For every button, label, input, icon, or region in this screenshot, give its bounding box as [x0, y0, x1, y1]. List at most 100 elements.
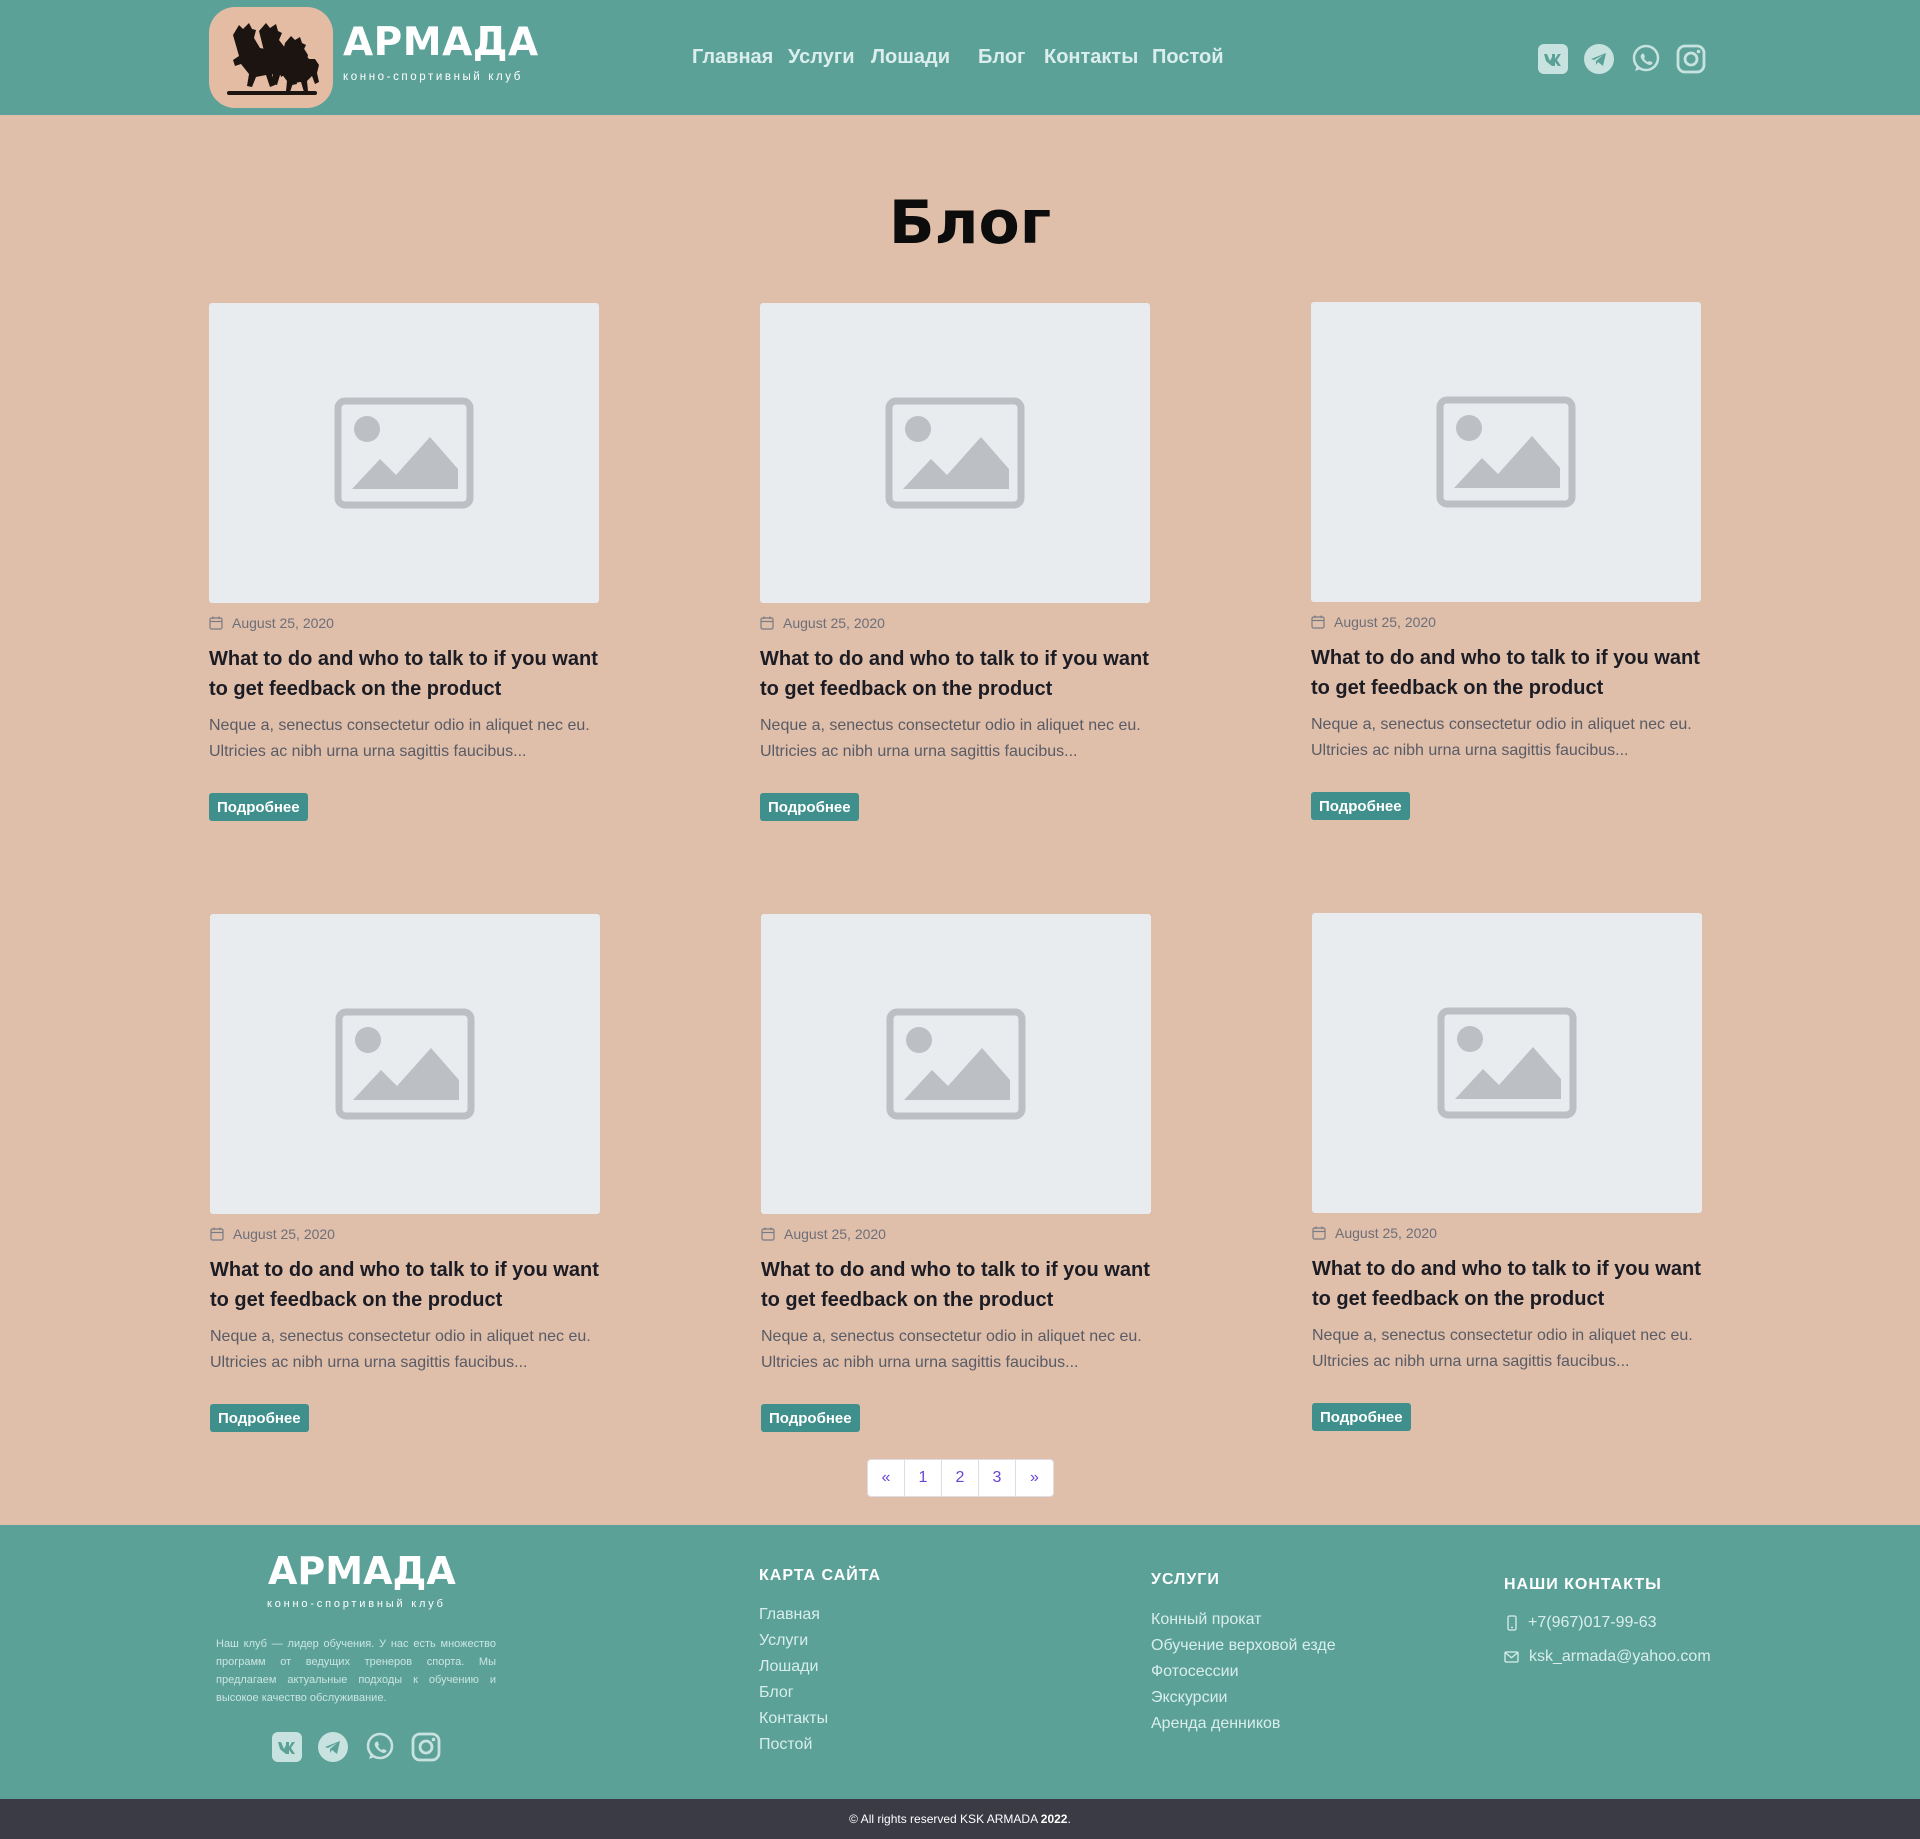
post-title[interactable]: What to do and who to talk to if you wan…	[210, 1255, 600, 1315]
post-date: August 25, 2020	[210, 1225, 600, 1243]
post-title[interactable]: What to do and who to talk to if you wan…	[1311, 643, 1701, 703]
calendar-icon	[1311, 615, 1325, 629]
nav-item-boarding[interactable]: Постой	[1152, 46, 1224, 69]
post-title[interactable]: What to do and who to talk to if you wan…	[760, 644, 1150, 704]
post-image-placeholder[interactable]	[210, 914, 600, 1214]
post-title[interactable]: What to do and who to talk to if you wan…	[209, 644, 599, 704]
post-excerpt: Neque a, senectus consectetur odio in al…	[210, 1328, 591, 1371]
post-date-text: August 25, 2020	[233, 1226, 335, 1242]
pagination-page-2[interactable]: 2	[942, 1460, 979, 1496]
post-date-text: August 25, 2020	[1334, 614, 1436, 630]
blog-card: August 25, 2020 What to do and who to ta…	[760, 303, 1150, 821]
horses-logo-image	[227, 23, 319, 95]
image-placeholder-icon	[1436, 396, 1576, 508]
calendar-icon	[1312, 1226, 1326, 1240]
image-placeholder-icon	[335, 1008, 475, 1120]
site-footer: АРМАДА конно-спортивный клуб Наш клуб — …	[0, 1525, 1920, 1799]
copyright-text: © All rights reserved KSK ARMADA	[849, 1812, 1038, 1826]
pagination-page-1[interactable]: 1	[905, 1460, 942, 1496]
image-placeholder-icon	[886, 1008, 1026, 1120]
services-list: Конный прокат Обучение верховой езде Фот…	[1151, 1610, 1336, 1740]
nav-item-blog[interactable]: Блог	[978, 46, 1025, 69]
telegram-icon[interactable]	[1583, 43, 1615, 75]
post-date: August 25, 2020	[761, 1225, 1151, 1243]
phone-icon	[1507, 1615, 1517, 1631]
sitemap-link-services[interactable]: Услуги	[759, 1631, 828, 1657]
vk-icon[interactable]	[1537, 43, 1569, 75]
blog-card: August 25, 2020 What to do and who to ta…	[1312, 913, 1702, 1431]
post-excerpt: Neque a, senectus consectetur odio in al…	[1312, 1327, 1693, 1370]
post-image-placeholder[interactable]	[760, 303, 1150, 603]
calendar-icon	[209, 616, 223, 630]
footer-brand-subtitle: конно-спортивный клуб	[267, 1598, 446, 1610]
sitemap-link-horses[interactable]: Лошади	[759, 1657, 828, 1683]
post-excerpt: Neque a, senectus consectetur odio in al…	[209, 717, 590, 760]
blog-card: August 25, 2020 What to do and who to ta…	[210, 914, 600, 1432]
post-image-placeholder[interactable]	[1312, 913, 1702, 1213]
brand-subtitle: конно-спортивный клуб	[343, 71, 523, 83]
blog-card: August 25, 2020 What to do and who to ta…	[761, 914, 1151, 1432]
post-date-text: August 25, 2020	[784, 1226, 886, 1242]
sitemap-link-contacts[interactable]: Контакты	[759, 1709, 828, 1735]
post-excerpt: Neque a, senectus consectetur odio in al…	[761, 1328, 1142, 1371]
instagram-icon[interactable]	[1675, 43, 1707, 75]
vk-icon[interactable]	[271, 1731, 303, 1763]
post-date: August 25, 2020	[1311, 613, 1701, 631]
read-more-button[interactable]: Подробнее	[760, 793, 859, 821]
sitemap-link-blog[interactable]: Блог	[759, 1683, 828, 1709]
copyright-suffix: .	[1067, 1812, 1071, 1826]
whatsapp-icon[interactable]	[364, 1731, 396, 1763]
post-date-text: August 25, 2020	[1335, 1225, 1437, 1241]
pagination: « 1 2 3 »	[867, 1459, 1054, 1497]
post-image-placeholder[interactable]	[209, 303, 599, 603]
service-link-tours[interactable]: Экскурсии	[1151, 1688, 1336, 1714]
nav-item-contacts[interactable]: Контакты	[1044, 46, 1138, 69]
footer-phone[interactable]: +7(967)017-99-63	[1506, 1614, 1657, 1632]
service-link-lessons[interactable]: Обучение верховой езде	[1151, 1636, 1336, 1662]
post-excerpt: Neque a, senectus consectetur odio in al…	[760, 717, 1141, 760]
read-more-button[interactable]: Подробнее	[209, 793, 308, 821]
footer-email[interactable]: ksk_armada@yahoo.com	[1504, 1648, 1711, 1666]
sitemap-list: Главная Услуги Лошади Блог Контакты Пост…	[759, 1605, 828, 1761]
footer-phone-text[interactable]: +7(967)017-99-63	[1528, 1614, 1657, 1632]
post-excerpt: Neque a, senectus consectetur odio in al…	[1311, 716, 1692, 759]
read-more-button[interactable]: Подробнее	[1312, 1403, 1411, 1431]
pagination-prev[interactable]: «	[868, 1460, 905, 1496]
post-title[interactable]: What to do and who to talk to if you wan…	[761, 1255, 1151, 1315]
post-date: August 25, 2020	[760, 614, 1150, 632]
site-header: АРМАДА конно-спортивный клуб Главная Усл…	[0, 0, 1920, 115]
calendar-icon	[761, 1227, 775, 1241]
read-more-button[interactable]: Подробнее	[1311, 792, 1410, 820]
nav-item-horses[interactable]: Лошади	[871, 46, 950, 69]
logo-horses-icon[interactable]	[209, 7, 333, 108]
calendar-icon	[760, 616, 774, 630]
image-placeholder-icon	[334, 397, 474, 509]
instagram-icon[interactable]	[410, 1731, 442, 1763]
telegram-icon[interactable]	[317, 1731, 349, 1763]
post-title[interactable]: What to do and who to talk to if you wan…	[1312, 1254, 1702, 1314]
services-heading: УСЛУГИ	[1151, 1571, 1220, 1588]
nav-item-services[interactable]: Услуги	[788, 46, 855, 69]
pagination-page-3[interactable]: 3	[979, 1460, 1016, 1496]
pagination-next[interactable]: »	[1016, 1460, 1053, 1496]
footer-email-text[interactable]: ksk_armada@yahoo.com	[1529, 1648, 1711, 1666]
footer-brand[interactable]: АРМАДА	[268, 1549, 456, 1593]
brand-title[interactable]: АРМАДА	[343, 20, 539, 65]
sitemap-link-boarding[interactable]: Постой	[759, 1735, 828, 1761]
post-image-placeholder[interactable]	[761, 914, 1151, 1214]
blog-card: August 25, 2020 What to do and who to ta…	[209, 303, 599, 821]
post-image-placeholder[interactable]	[1311, 302, 1701, 602]
copyright-year: 2022	[1040, 1812, 1068, 1826]
page-title: Блог	[888, 188, 1052, 258]
footer-about-text: Наш клуб — лидер обучения. У нас есть мн…	[216, 1638, 496, 1704]
service-link-stalls[interactable]: Аренда денников	[1151, 1714, 1336, 1740]
nav-item-home[interactable]: Главная	[692, 46, 773, 69]
whatsapp-icon[interactable]	[1630, 43, 1662, 75]
read-more-button[interactable]: Подробнее	[761, 1404, 860, 1432]
read-more-button[interactable]: Подробнее	[210, 1404, 309, 1432]
copyright-bar: © All rights reserved KSK ARMADA 2022.	[0, 1799, 1920, 1839]
post-date-text: August 25, 2020	[232, 615, 334, 631]
service-link-riding[interactable]: Конный прокат	[1151, 1610, 1336, 1636]
sitemap-link-home[interactable]: Главная	[759, 1605, 828, 1631]
service-link-photo[interactable]: Фотосессии	[1151, 1662, 1336, 1688]
